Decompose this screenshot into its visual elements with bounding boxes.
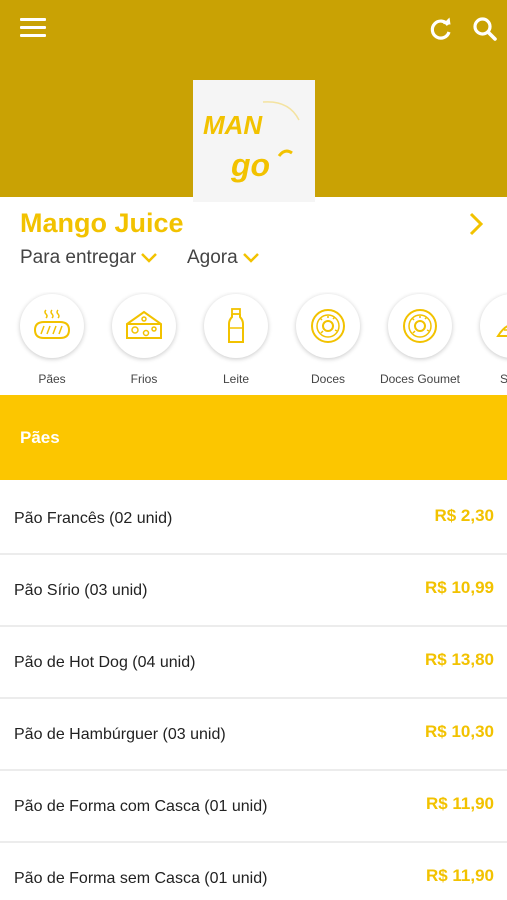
snack-icon bbox=[496, 325, 507, 337]
delivery-mode-select[interactable]: Para entregar bbox=[20, 247, 158, 273]
milk-bottle-icon bbox=[228, 308, 244, 343]
svg-text:MAN: MAN bbox=[203, 110, 263, 140]
product-price: R$ 2,30 bbox=[434, 506, 494, 525]
product-row[interactable]: Pão de Hambúrguer (03 unid) R$ 10,30 bbox=[0, 697, 507, 771]
category-item-frios[interactable]: Frios bbox=[98, 292, 190, 392]
donut-icon bbox=[403, 309, 437, 343]
category-label: Leite bbox=[222, 372, 250, 386]
section-title: Pães bbox=[20, 428, 60, 447]
category-item-doces[interactable]: Doces bbox=[282, 292, 374, 392]
product-row[interactable]: Pão de Forma sem Casca (01 unid) R$ 11,9… bbox=[0, 841, 507, 900]
refresh-button[interactable] bbox=[428, 16, 454, 42]
category-label: Pães bbox=[38, 372, 66, 386]
category-item-paes[interactable]: Pães bbox=[6, 292, 98, 392]
category-item-salgados[interactable]: Salg bbox=[466, 292, 507, 392]
svg-text:go: go bbox=[230, 147, 270, 183]
product-row[interactable]: Pão de Forma com Casca (01 unid) R$ 11,9… bbox=[0, 769, 507, 843]
category-item-leite[interactable]: Leite bbox=[190, 292, 282, 392]
product-name: Pão de Hot Dog (04 unid) bbox=[14, 654, 196, 671]
bread-icon bbox=[33, 309, 71, 339]
search-button[interactable] bbox=[472, 16, 498, 42]
chevron-down-icon bbox=[242, 253, 259, 263]
product-row[interactable]: Pão de Hot Dog (04 unid) R$ 13,80 bbox=[0, 625, 507, 699]
product-price: R$ 11,90 bbox=[425, 794, 494, 813]
menu-icon-line bbox=[20, 34, 46, 37]
product-name: Pão de Forma com Casca (01 unid) bbox=[14, 798, 268, 815]
delivery-time-label: Agora bbox=[187, 247, 238, 268]
product-name: Pão Francês (02 unid) bbox=[14, 510, 173, 527]
category-carousel[interactable]: Pães Frios Leite Doces Doces Goumet S bbox=[0, 292, 507, 395]
menu-icon bbox=[20, 18, 46, 21]
product-name: Pão de Hambúrguer (03 unid) bbox=[14, 726, 226, 743]
store-name: Mango Juice bbox=[20, 208, 184, 238]
refresh-icon bbox=[430, 17, 451, 40]
product-row[interactable]: Pão Francês (02 unid) R$ 2,30 bbox=[0, 481, 507, 555]
menu-button[interactable] bbox=[20, 18, 46, 40]
store-logo: MAN go bbox=[193, 80, 315, 202]
store-details-chevron-icon[interactable] bbox=[466, 211, 486, 237]
product-price: R$ 11,90 bbox=[425, 866, 494, 885]
product-price: R$ 10,99 bbox=[425, 578, 494, 597]
donut-icon bbox=[311, 309, 345, 343]
product-row[interactable]: Pão Sírio (03 unid) R$ 10,99 bbox=[0, 553, 507, 627]
category-item-doces-goumet[interactable]: Doces Goumet bbox=[374, 292, 466, 392]
section-header bbox=[0, 395, 507, 480]
product-price: R$ 13,80 bbox=[425, 650, 494, 669]
delivery-time-select[interactable]: Agora bbox=[187, 247, 260, 273]
category-label: Doces bbox=[310, 372, 345, 386]
search-icon bbox=[473, 17, 497, 41]
cheese-icon bbox=[126, 310, 162, 339]
category-label: Salg bbox=[499, 372, 507, 386]
chevron-down-icon bbox=[141, 253, 158, 263]
category-label: Doces Goumet bbox=[379, 372, 461, 386]
product-name: Pão de Forma sem Casca (01 unid) bbox=[14, 870, 268, 887]
product-price: R$ 10,30 bbox=[425, 722, 494, 741]
category-label: Frios bbox=[130, 372, 158, 386]
delivery-mode-label: Para entregar bbox=[20, 247, 137, 268]
product-name: Pão Sírio (03 unid) bbox=[14, 582, 148, 599]
menu-icon-line bbox=[20, 26, 46, 29]
